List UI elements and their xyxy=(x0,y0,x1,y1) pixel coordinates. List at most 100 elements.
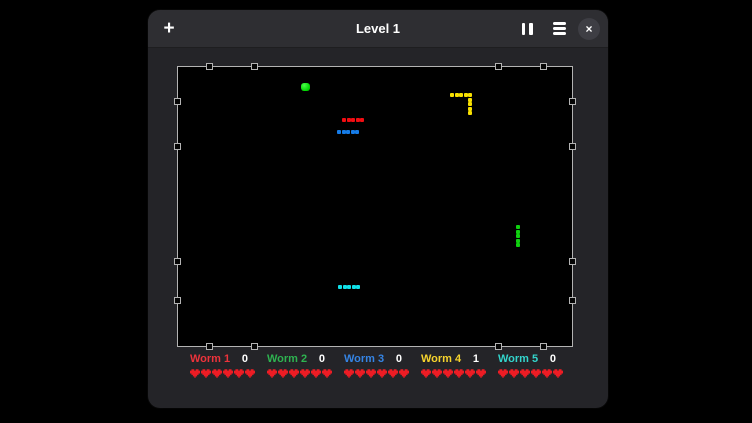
wall-bump xyxy=(540,343,547,350)
player-name: Worm 4 xyxy=(421,353,461,365)
worm-2-green-segment xyxy=(516,243,520,247)
worm-1-red-segment xyxy=(356,118,360,122)
lives-hearts xyxy=(344,369,410,379)
close-button[interactable]: × xyxy=(578,18,600,40)
game-window: + Level 1 × Worm 10Worm 20Worm 30Worm 41… xyxy=(148,10,608,408)
player-score-value: 1 xyxy=(473,353,487,365)
heart-icon xyxy=(421,369,431,378)
worm-4-yellow-segment xyxy=(464,93,468,97)
player-score-2: Worm 2 0 xyxy=(267,353,333,379)
player-head: Worm 3 0 xyxy=(344,353,410,365)
heart-icon xyxy=(201,369,211,378)
heart-icon xyxy=(311,369,321,378)
worm-2-green-segment xyxy=(516,239,520,243)
wall-bump xyxy=(251,343,258,350)
worm-4-yellow-segment xyxy=(468,102,472,106)
heart-icon xyxy=(377,369,387,378)
player-score-3: Worm 3 0 xyxy=(344,353,410,379)
food-item xyxy=(301,83,310,91)
player-head: Worm 4 1 xyxy=(421,353,487,365)
heart-icon xyxy=(476,369,486,378)
worm-3-blue-segment xyxy=(342,130,346,134)
heart-icon xyxy=(366,369,376,378)
heart-icon xyxy=(234,369,244,378)
worm-4-yellow-segment xyxy=(459,93,463,97)
worm-4-yellow-segment xyxy=(450,93,454,97)
new-game-button[interactable]: + xyxy=(156,16,182,42)
wall-bump xyxy=(569,258,576,265)
player-score-5: Worm 5 0 xyxy=(498,353,564,379)
wall-bump xyxy=(569,297,576,304)
pause-icon xyxy=(522,23,533,35)
heart-icon xyxy=(531,369,541,378)
wall-bump xyxy=(495,63,502,70)
heart-icon xyxy=(542,369,552,378)
wall-bump xyxy=(174,297,181,304)
worm-2-green-segment xyxy=(516,225,520,229)
wall-bump xyxy=(174,258,181,265)
lives-hearts xyxy=(190,369,256,379)
heart-icon xyxy=(553,369,563,378)
heart-icon xyxy=(454,369,464,378)
worm-3-blue-segment xyxy=(346,130,350,134)
heart-icon xyxy=(245,369,255,378)
worm-5-cyan-segment xyxy=(338,285,342,289)
player-head: Worm 2 0 xyxy=(267,353,333,365)
worm-4-yellow-segment xyxy=(468,111,472,115)
heart-icon xyxy=(344,369,354,378)
heart-icon xyxy=(322,369,332,378)
heart-icon xyxy=(223,369,233,378)
heart-icon xyxy=(388,369,398,378)
player-score-value: 0 xyxy=(319,353,333,365)
heart-icon xyxy=(443,369,453,378)
lives-hearts xyxy=(421,369,487,379)
worm-5-cyan-segment xyxy=(356,285,360,289)
worm-1-red-segment xyxy=(360,118,364,122)
heart-icon xyxy=(498,369,508,378)
worm-1-red-segment xyxy=(342,118,346,122)
player-name: Worm 1 xyxy=(190,353,230,365)
player-score-1: Worm 1 0 xyxy=(190,353,256,379)
player-name: Worm 3 xyxy=(344,353,384,365)
plus-icon: + xyxy=(163,19,174,38)
wall-bump xyxy=(174,143,181,150)
heart-icon xyxy=(278,369,288,378)
player-name: Worm 2 xyxy=(267,353,307,365)
heart-icon xyxy=(289,369,299,378)
wall-bump xyxy=(495,343,502,350)
worm-4-yellow-segment xyxy=(468,107,472,111)
worm-5-cyan-segment xyxy=(343,285,347,289)
player-score-value: 0 xyxy=(550,353,564,365)
wall-bump xyxy=(569,143,576,150)
lives-hearts xyxy=(498,369,564,379)
worm-4-yellow-segment xyxy=(468,93,472,97)
game-board xyxy=(177,66,573,347)
wall-bump xyxy=(540,63,547,70)
heart-icon xyxy=(465,369,475,378)
player-head: Worm 5 0 xyxy=(498,353,564,365)
heart-icon xyxy=(212,369,222,378)
hamburger-menu-icon xyxy=(553,22,566,35)
worm-2-green-segment xyxy=(516,234,520,238)
scoreboard: Worm 1 0 Worm 2 0 Worm 3 0 Worm 4 1 Worm 5 0 xyxy=(190,353,566,379)
desktop-background: + Level 1 × Worm 10Worm 20Worm 30Worm 41… xyxy=(0,0,752,423)
worm-3-blue-segment xyxy=(351,130,355,134)
player-name: Worm 5 xyxy=(498,353,538,365)
player-score-value: 0 xyxy=(242,353,256,365)
player-head: Worm 1 0 xyxy=(190,353,256,365)
worm-5-cyan-segment xyxy=(347,285,351,289)
worm-1-red-segment xyxy=(347,118,351,122)
worm-1-red-segment xyxy=(351,118,355,122)
wall-bump xyxy=(206,343,213,350)
player-score-value: 0 xyxy=(396,353,410,365)
main-menu-button[interactable] xyxy=(546,16,572,42)
headerbar-right-controls: × xyxy=(514,16,600,42)
worm-3-blue-segment xyxy=(355,130,359,134)
heart-icon xyxy=(509,369,519,378)
heart-icon xyxy=(432,369,442,378)
pause-button[interactable] xyxy=(514,16,540,42)
lives-hearts xyxy=(267,369,333,379)
heart-icon xyxy=(399,369,409,378)
heart-icon xyxy=(355,369,365,378)
close-icon: × xyxy=(585,23,592,35)
